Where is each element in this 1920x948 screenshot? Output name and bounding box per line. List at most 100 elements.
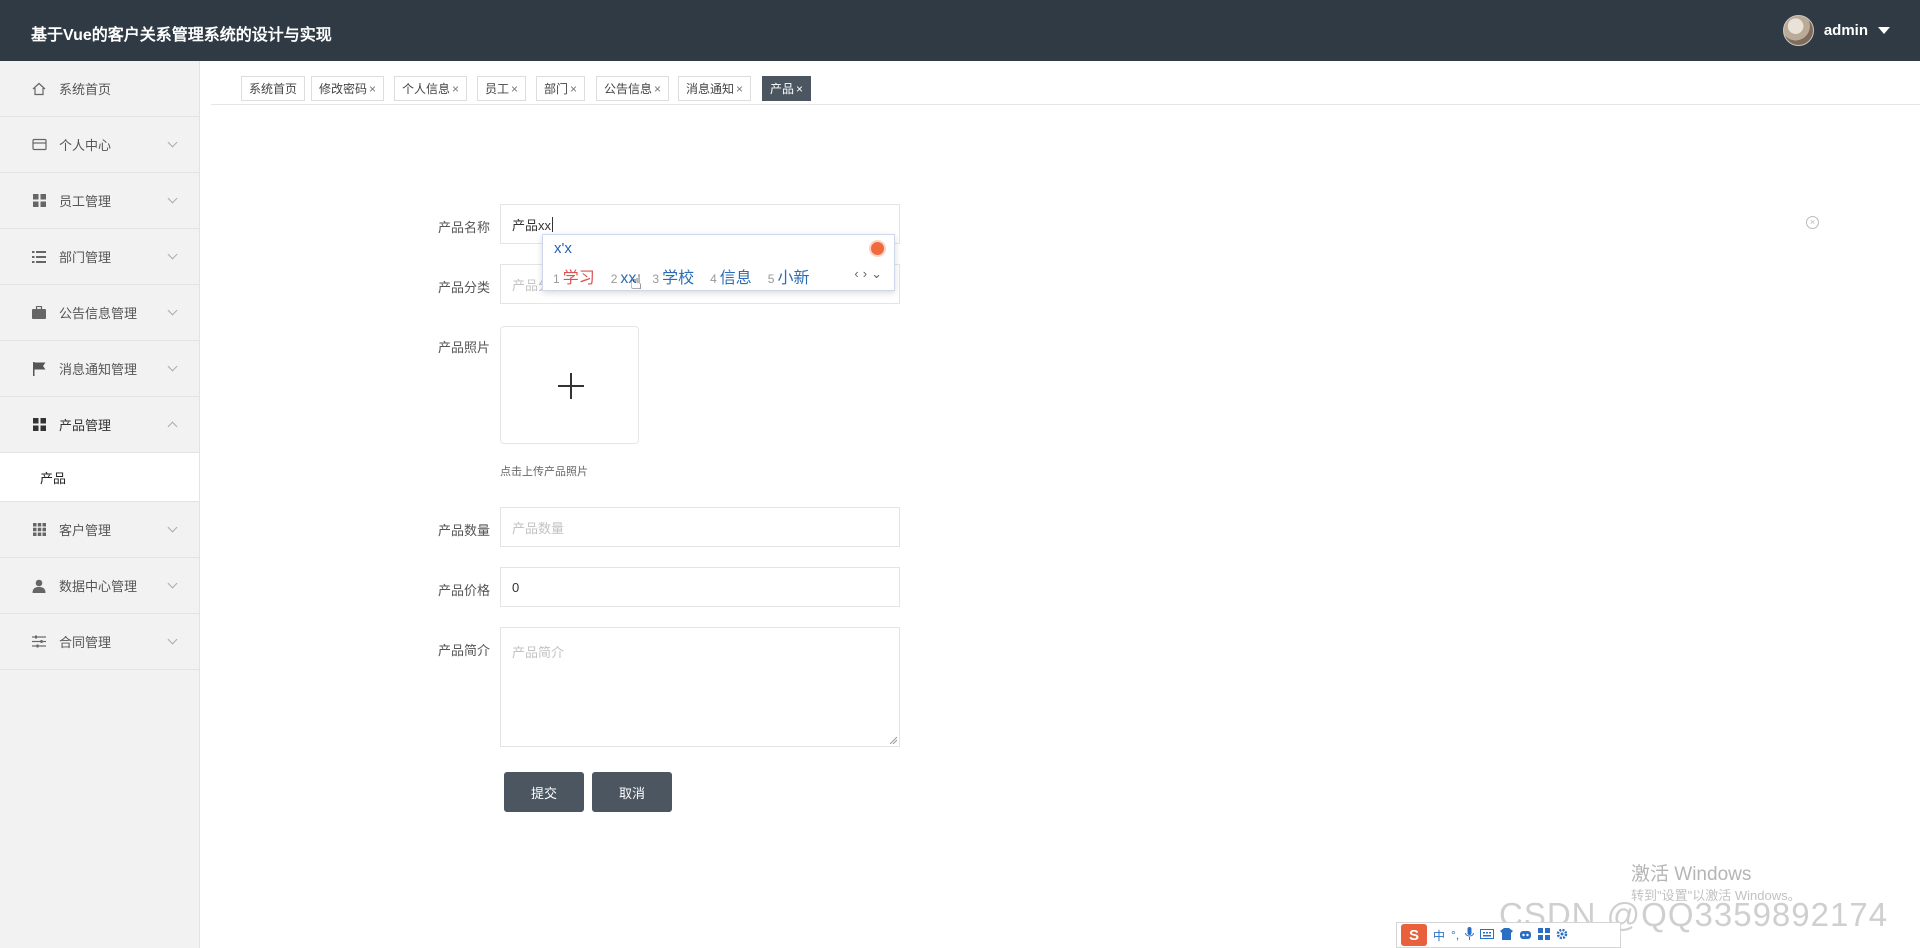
product-price-label: 产品价格: [437, 583, 490, 598]
sogou-s-icon[interactable]: S: [1401, 924, 1427, 946]
ime-candidate-popup: x'x 1 学习 2 xx 3 学校 4 信息 5 小新 ‹›⌄: [542, 234, 895, 291]
keyboard-icon[interactable]: [1480, 928, 1495, 942]
chevron-down-icon[interactable]: ⌄: [871, 266, 886, 281]
ime-candidate[interactable]: 4 信息: [710, 264, 752, 288]
chevron-right-icon[interactable]: ›: [863, 266, 871, 281]
sidebar-item-label: 合同管理: [59, 635, 112, 650]
close-icon[interactable]: ×: [796, 82, 803, 96]
product-quantity-placeholder: 产品数量: [512, 520, 565, 536]
tab-departments[interactable]: 部门 ×: [536, 76, 586, 101]
close-icon[interactable]: ×: [452, 82, 459, 96]
chevron-left-icon[interactable]: ‹: [854, 266, 862, 281]
list-icon: [31, 249, 47, 265]
sidebar-subitem-product[interactable]: 产品: [0, 453, 199, 502]
app-title: 基于Vue的客户关系管理系统的设计与实现: [31, 27, 332, 44]
apps-icon[interactable]: [1538, 927, 1551, 943]
sidebar-item-announcements[interactable]: 公告信息管理: [0, 285, 199, 341]
sidebar-item-profile[interactable]: 个人中心: [0, 117, 199, 173]
photo-upload-hint: 点击上传产品照片: [500, 466, 588, 478]
sidebar-item-label: 部门管理: [59, 250, 112, 265]
sidebar-item-label: 消息通知管理: [59, 362, 138, 377]
top-header: 基于Vue的客户关系管理系统的设计与实现 admin: [0, 0, 1920, 61]
close-icon[interactable]: ×: [736, 82, 743, 96]
close-icon[interactable]: ×: [654, 82, 661, 96]
product-quantity-label: 产品数量: [437, 523, 490, 538]
product-category-label: 产品分类: [437, 280, 490, 295]
user-icon: [31, 578, 47, 594]
sidebar-item-departments[interactable]: 部门管理: [0, 229, 199, 285]
product-name-value: 产品xx: [512, 217, 552, 233]
sidebar-item-label: 个人中心: [59, 138, 112, 153]
tab-announcements[interactable]: 公告信息 ×: [596, 76, 670, 101]
chevron-down-icon: [167, 305, 178, 316]
ime-candidate[interactable]: 3 学校: [652, 264, 694, 288]
ime-page-nav[interactable]: ‹›⌄: [854, 266, 886, 282]
sidebar-item-customers[interactable]: 客户管理: [0, 502, 199, 558]
sidebar-item-employees[interactable]: 员工管理: [0, 173, 199, 229]
close-icon[interactable]: ×: [511, 82, 518, 96]
ime-candidate[interactable]: 1 学习: [553, 264, 595, 288]
ime-toolbar[interactable]: S 中 °,: [1396, 922, 1621, 948]
microphone-icon[interactable]: [1465, 927, 1475, 943]
close-circle-icon[interactable]: ×: [1806, 216, 1819, 229]
text-cursor: [552, 216, 554, 232]
sidebar-item-contracts[interactable]: 合同管理: [0, 614, 199, 670]
sidebar: 系统首页 个人中心 员工管理 部门管理 公告信息管理 消息通知管理 产品管理 产…: [0, 61, 200, 948]
sidebar-item-products[interactable]: 产品管理: [0, 397, 199, 453]
sidebar-item-label: 员工管理: [59, 194, 112, 209]
ime-mode-label[interactable]: 中: [1433, 927, 1445, 944]
chevron-down-icon: [167, 137, 178, 148]
sidebar-item-notifications[interactable]: 消息通知管理: [0, 341, 199, 397]
gear-icon[interactable]: [1556, 928, 1568, 943]
avatar[interactable]: [1782, 15, 1814, 46]
sidebar-item-home[interactable]: 系统首页: [0, 61, 199, 117]
product-intro-label: 产品简介: [437, 643, 490, 658]
home-icon: [31, 81, 47, 97]
product-name-label: 产品名称: [437, 220, 490, 235]
product-photo-label: 产品照片: [437, 340, 490, 355]
tab-employees[interactable]: 员工 ×: [477, 76, 527, 101]
hand-pointer-icon: ☝: [630, 272, 643, 294]
close-icon[interactable]: ×: [369, 82, 376, 96]
tab-home[interactable]: 系统首页: [241, 76, 306, 101]
username[interactable]: admin: [1824, 22, 1868, 39]
product-intro-placeholder: 产品简介: [512, 645, 565, 660]
flag-icon: [31, 361, 47, 377]
chevron-down-icon: [167, 361, 178, 372]
chevron-down-icon: [167, 522, 178, 533]
resize-handle-icon[interactable]: [889, 736, 897, 744]
cancel-button[interactable]: 取消: [592, 772, 672, 812]
sogou-logo-icon[interactable]: [869, 240, 886, 257]
grid-icon: [31, 417, 47, 433]
photo-upload-box[interactable]: [500, 326, 639, 444]
tab-notifications[interactable]: 消息通知 ×: [678, 76, 752, 101]
tab-personal-info[interactable]: 个人信息 ×: [394, 76, 468, 101]
tab-change-password[interactable]: 修改密码 ×: [311, 76, 385, 101]
card-icon: [31, 137, 47, 153]
sidebar-item-label: 客户管理: [59, 523, 112, 538]
submit-button[interactable]: 提交: [504, 772, 584, 812]
chevron-down-icon: [167, 193, 178, 204]
caret-down-icon[interactable]: [1878, 27, 1890, 34]
sidebar-item-label: 公告信息管理: [59, 306, 138, 321]
chevron-down-icon: [167, 249, 178, 260]
product-price-input[interactable]: 0: [500, 567, 900, 607]
sidebar-item-data-center[interactable]: 数据中心管理: [0, 558, 199, 614]
ime-candidate[interactable]: 5 小新: [768, 264, 810, 288]
robot-icon[interactable]: [1519, 928, 1532, 943]
ime-punct-label[interactable]: °,: [1451, 928, 1459, 942]
ime-composition: x'x: [554, 240, 572, 257]
apps-icon: [31, 522, 47, 538]
close-icon[interactable]: ×: [570, 82, 577, 96]
chevron-down-icon: [167, 578, 178, 589]
user-menu[interactable]: admin: [1782, 15, 1890, 46]
sidebar-item-label: 系统首页: [59, 82, 112, 97]
sidebar-item-label: 数据中心管理: [59, 579, 138, 594]
ime-candidates: 1 学习 2 xx 3 学校 4 信息 5 小新: [553, 264, 810, 288]
product-intro-textarea[interactable]: 产品简介: [500, 627, 900, 747]
grid-icon: [31, 193, 47, 209]
product-quantity-input[interactable]: 产品数量: [500, 507, 900, 547]
chevron-up-icon: [167, 421, 178, 432]
skin-icon[interactable]: [1500, 927, 1514, 943]
tab-products[interactable]: 产品 ×: [762, 76, 812, 101]
